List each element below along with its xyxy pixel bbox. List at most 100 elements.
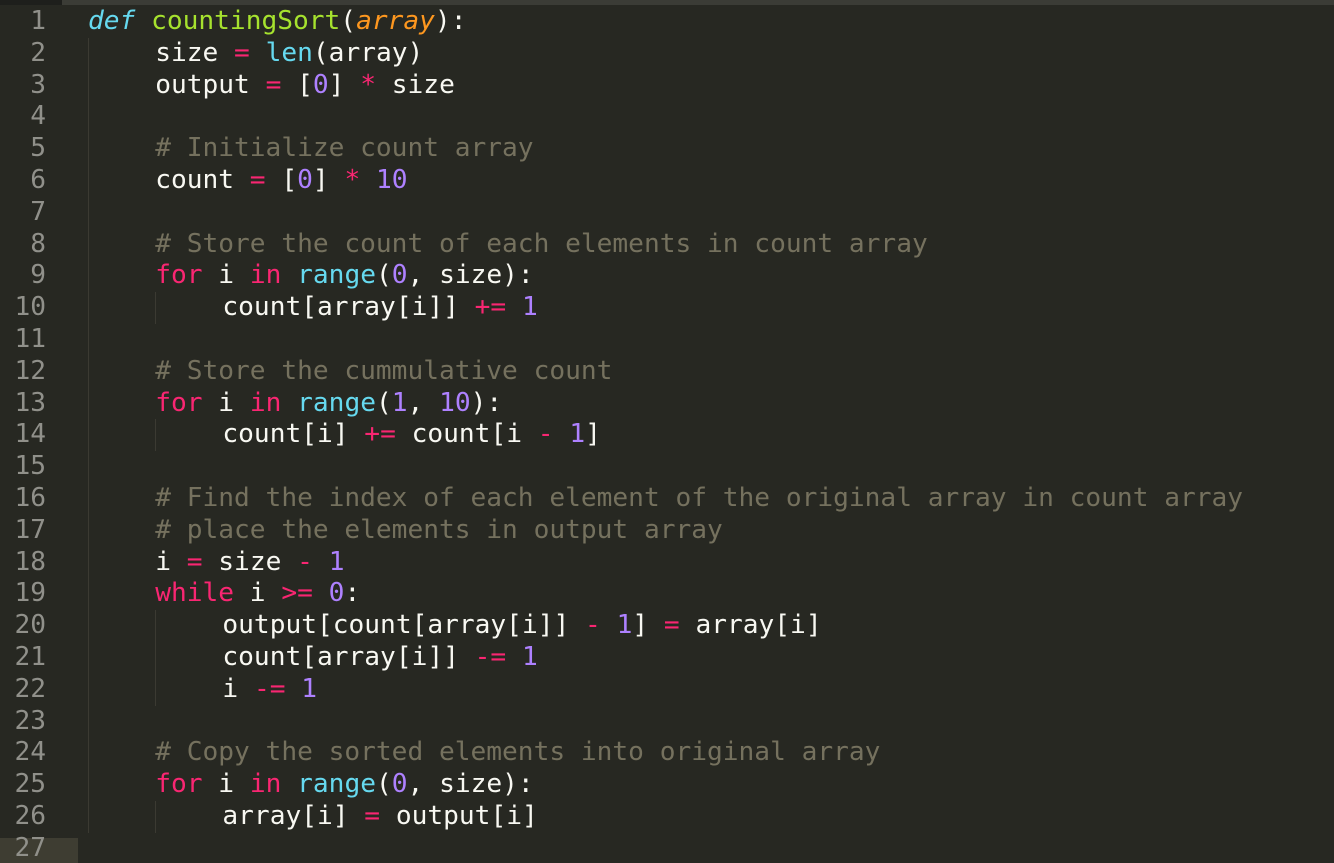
code-token: -	[537, 419, 554, 450]
indent-guide	[88, 324, 89, 356]
code-token: i	[202, 260, 250, 291]
code-token: [	[281, 69, 313, 100]
code-line: count[array[i]] -= 1	[222, 642, 537, 674]
code-token: ,	[407, 387, 440, 418]
line-number: 3	[30, 69, 46, 100]
code-token: (	[375, 769, 392, 800]
line-number: 18	[14, 546, 46, 577]
code-line: # Initialize count array	[155, 133, 533, 165]
code-line: # Store the count of each elements in co…	[155, 229, 928, 261]
line-number: 21	[14, 642, 46, 672]
code-token: i	[222, 673, 254, 704]
code-token: 10	[439, 387, 471, 418]
code-token: (array)	[312, 37, 424, 68]
code-token: 0	[328, 578, 345, 609]
code-token: array[i]	[679, 610, 822, 641]
code-token: count[array[i]]	[222, 642, 475, 672]
code-token: , size):	[407, 260, 534, 291]
code-token: # Store the cummulative count	[155, 355, 613, 386]
code-token: 1	[391, 387, 408, 418]
line-number: 5	[30, 133, 46, 164]
code-token: range	[297, 769, 376, 800]
code-token: len	[265, 37, 313, 68]
line-number: 15	[14, 451, 46, 482]
code-editor[interactable]: 1 2 3 4 5 6 7 8 9 10 11 12 13 14 15 16 17 18 19 20 21 22 23 24 2…	[0, 0, 1334, 863]
code-token: size	[376, 69, 455, 100]
code-token: =	[249, 165, 266, 195]
code-token: array	[356, 6, 435, 36]
code-token: 1	[328, 546, 345, 577]
code-token: output	[155, 69, 266, 100]
line-number: 19	[14, 578, 46, 609]
indent-guide	[88, 578, 89, 611]
code-token: =	[234, 37, 250, 68]
code-token: def	[88, 6, 136, 36]
line-number: 11	[14, 324, 46, 354]
tab-bar-edge	[0, 0, 1334, 5]
code-token: for	[155, 260, 203, 291]
line-number: 26	[14, 801, 46, 831]
line-number: 9	[30, 260, 46, 291]
code-token: -	[585, 610, 601, 641]
code-token: output[count[array[i]]	[222, 610, 586, 641]
code-token: =	[265, 69, 282, 100]
code-token: array[i]	[222, 801, 365, 831]
line-number: 14	[14, 419, 46, 450]
line-number: 2	[30, 37, 46, 68]
code-token: countingSort	[151, 6, 341, 36]
code-token: in	[249, 769, 282, 800]
code-line: # place the elements in output array	[155, 515, 723, 547]
code-line: i -= 1	[222, 674, 317, 706]
code-token: output[i]	[380, 801, 538, 831]
code-token: 0	[297, 165, 313, 195]
code-token: 0	[391, 769, 408, 800]
code-line: for i in range(1, 10):	[155, 388, 502, 420]
line-number: 12	[14, 355, 46, 386]
code-line: array[i] = output[i]	[222, 801, 537, 833]
indent-guide	[155, 610, 157, 642]
code-token: , size):	[407, 769, 534, 800]
line-number: 25	[14, 769, 46, 800]
code-token: 1	[521, 642, 538, 672]
code-token: # Copy the sorted elements into original…	[155, 737, 881, 768]
code-line: count[i] += count[i - 1]	[222, 419, 600, 451]
code-token: =	[186, 546, 203, 577]
code-token: 0	[312, 69, 329, 100]
indent-guide	[88, 165, 89, 197]
line-number: 10	[14, 292, 46, 323]
code-token: # Store the count of each elements in co…	[155, 228, 928, 259]
indent-guide	[88, 801, 89, 833]
line-number: 20	[14, 610, 46, 641]
code-line: def countingSort(array):	[88, 6, 466, 38]
code-line: i = size - 1	[155, 547, 344, 579]
indent-guide	[88, 260, 89, 293]
code-token: *	[360, 69, 376, 100]
code-token: =	[364, 801, 381, 831]
code-token: ]	[312, 165, 345, 195]
code-token: in	[249, 387, 282, 418]
code-token: -=	[474, 642, 507, 672]
indent-guide	[88, 705, 89, 738]
code-line: output = [0] * size	[155, 70, 455, 102]
code-line: # Find the index of each element of the …	[155, 483, 1243, 515]
indent-guide	[88, 546, 89, 579]
code-line: # Store the cummulative count	[155, 356, 612, 388]
line-number: 8	[30, 228, 46, 259]
indent-guide	[88, 196, 89, 229]
indent-guide	[88, 387, 89, 420]
code-line: count = [0] * 10	[155, 165, 407, 197]
indent-guide	[155, 292, 157, 324]
indent-guide	[88, 514, 89, 547]
line-number: 6	[30, 165, 46, 195]
indent-guide	[88, 133, 89, 165]
code-line: # Copy the sorted elements into original…	[155, 737, 880, 769]
